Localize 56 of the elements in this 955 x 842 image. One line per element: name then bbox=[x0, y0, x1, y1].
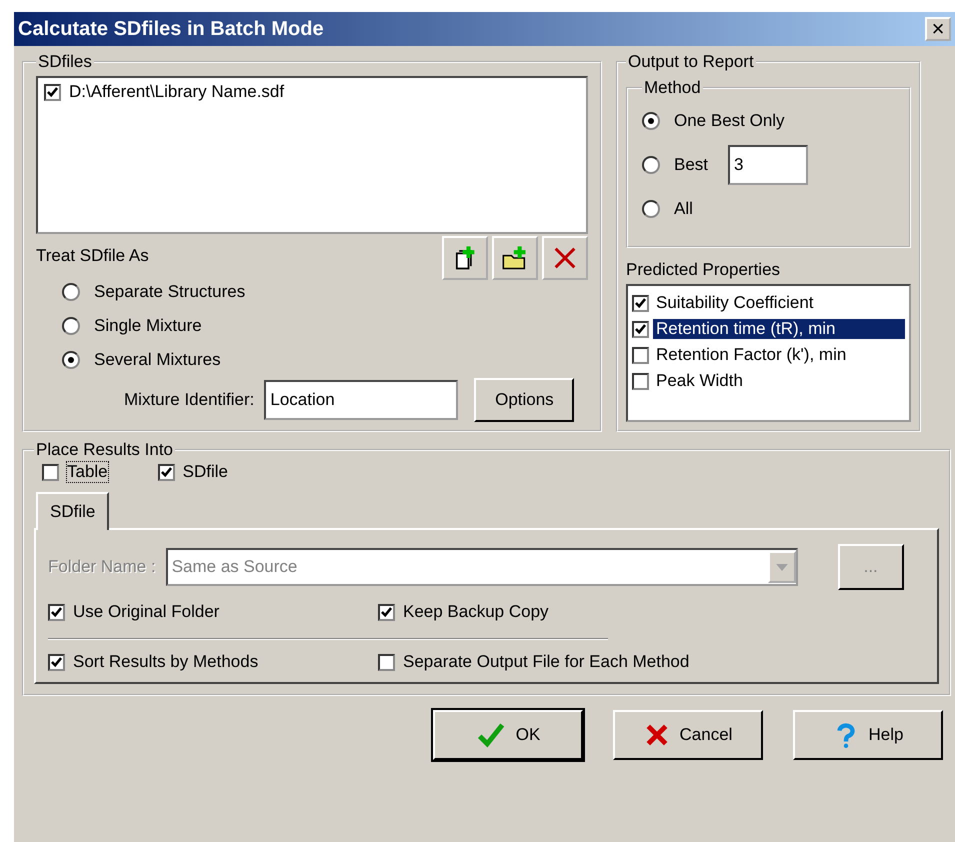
checkbox[interactable] bbox=[48, 604, 65, 620]
checkbox[interactable] bbox=[632, 294, 649, 312]
checkbox[interactable] bbox=[378, 604, 395, 620]
help-button[interactable]: Help bbox=[793, 710, 943, 760]
checkbox-label: SDfile bbox=[182, 462, 228, 482]
cancel-button[interactable]: Cancel bbox=[613, 710, 763, 760]
file-path: D:\Afferent\Library Name.sdf bbox=[69, 82, 284, 102]
radio-label: Best bbox=[674, 155, 708, 175]
radio-button[interactable] bbox=[62, 351, 80, 369]
checkbox-label: Keep Backup Copy bbox=[403, 602, 549, 622]
options-button[interactable]: Options bbox=[474, 378, 574, 422]
properties-list[interactable]: Suitability Coefficient Retention time (tR), min Retention Factor (k'), min Peak Width bbox=[626, 284, 911, 422]
treat-label: Treat SDfile As bbox=[36, 246, 149, 266]
input-field[interactable]: Location bbox=[264, 380, 458, 420]
add-folder-button[interactable] bbox=[492, 236, 538, 280]
checkbox[interactable] bbox=[378, 654, 395, 670]
tab[interactable]: SDfile bbox=[36, 492, 110, 530]
radio-button[interactable] bbox=[642, 156, 660, 174]
radio-label: Separate Structures bbox=[94, 282, 246, 302]
field-label: Mixture Identifier: bbox=[124, 390, 254, 410]
checkbox[interactable] bbox=[48, 654, 65, 670]
radio-label: All bbox=[674, 199, 693, 219]
checkbox[interactable] bbox=[42, 464, 59, 480]
add-file-button[interactable] bbox=[442, 236, 488, 280]
group-label: Output to Report bbox=[627, 52, 755, 72]
list-item[interactable]: Peak Width bbox=[653, 371, 905, 391]
list-item[interactable]: Suitability Coefficient bbox=[653, 293, 905, 313]
radio-label: One Best Only bbox=[674, 111, 785, 131]
checkbox[interactable] bbox=[632, 372, 649, 390]
ok-button[interactable]: OK bbox=[433, 710, 583, 760]
group-label: Method bbox=[643, 78, 702, 98]
properties-label: Predicted Properties bbox=[626, 260, 782, 280]
radio-button[interactable] bbox=[642, 112, 660, 130]
input-field[interactable]: 3 bbox=[728, 145, 808, 185]
radio-label: Single Mixture bbox=[94, 316, 202, 336]
checkbox[interactable] bbox=[632, 320, 649, 338]
close-button[interactable]: × bbox=[925, 17, 951, 41]
checkbox[interactable] bbox=[632, 346, 649, 364]
list-item[interactable]: Retention time (tR), min bbox=[653, 319, 905, 339]
radio-button[interactable] bbox=[62, 317, 80, 335]
checkbox-label: Sort Results by Methods bbox=[73, 652, 258, 672]
radio-button[interactable] bbox=[62, 283, 80, 301]
radio-label: Several Mixtures bbox=[94, 350, 221, 370]
checkbox-label: Use Original Folder bbox=[73, 602, 220, 622]
list-item[interactable]: Retention Factor (k'), min bbox=[653, 345, 905, 365]
window-title: Calcutate SDfiles in Batch Mode bbox=[18, 18, 324, 40]
checkbox[interactable] bbox=[158, 464, 175, 480]
group-label: Place Results Into bbox=[35, 440, 174, 460]
checkbox-label: Table bbox=[67, 462, 108, 482]
radio-button[interactable] bbox=[642, 200, 660, 218]
checkbox-label: Separate Output File for Each Method bbox=[403, 652, 690, 672]
checkbox[interactable] bbox=[44, 84, 61, 100]
remove-button[interactable] bbox=[542, 236, 588, 280]
field-label: Folder Name : bbox=[48, 557, 156, 577]
group-label: SDfiles bbox=[37, 52, 93, 72]
file-list[interactable]: D:\Afferent\Library Name.sdf bbox=[36, 76, 588, 234]
